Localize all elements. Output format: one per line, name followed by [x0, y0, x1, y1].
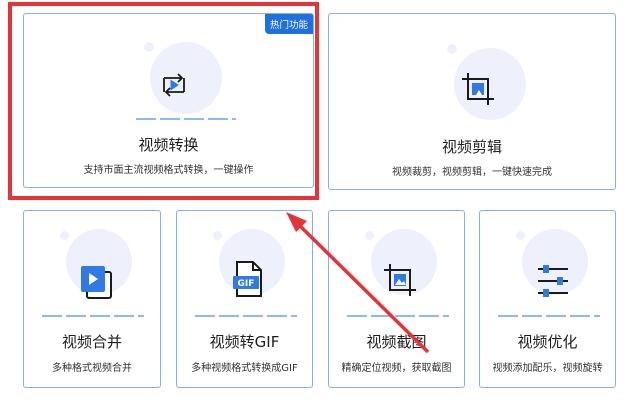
sliders-icon: [532, 263, 572, 303]
card-title: 视频合并: [61, 333, 122, 351]
video-convert-icon: [157, 68, 191, 106]
decor-dot: [516, 231, 525, 240]
card-video-screenshot[interactable]: 视频截图 精确定位视频，获取截图: [328, 210, 465, 388]
decor-dash-line: [498, 315, 600, 317]
decor-dot: [365, 231, 374, 240]
hot-feature-badge: 热门功能: [264, 14, 313, 34]
decor-dash-line: [347, 315, 449, 317]
decor-dot: [144, 42, 154, 52]
card-title: 视频转GIF: [209, 333, 280, 351]
card-video-edit[interactable]: 视频剪辑 视频裁剪，视频剪辑，一键快速完成: [328, 13, 616, 190]
crop-icon: [458, 69, 498, 113]
image-crop-icon: [381, 261, 419, 303]
decor-dot: [60, 231, 69, 240]
card-title: 视频优化: [517, 333, 578, 351]
video-merge-icon: [78, 263, 114, 305]
gif-label: GIF: [238, 279, 255, 289]
card-description: 精确定位视频，获取截图: [341, 363, 452, 374]
decor-dot: [213, 231, 222, 240]
decor-dash-line: [136, 118, 236, 120]
card-video-optimize[interactable]: 视频优化 视频添加配乐，视频旋转: [479, 210, 616, 388]
card-description: 多种格式视频合并: [52, 363, 132, 374]
card-title: 视频截图: [366, 333, 427, 351]
card-video-merge[interactable]: 视频合并 多种格式视频合并: [23, 210, 161, 388]
card-description: 视频添加配乐，视频旋转: [492, 363, 603, 374]
card-description: 支持市面主流视频格式转换，一键操作: [83, 165, 254, 176]
decor-dash-line: [195, 315, 297, 317]
card-title: 视频转换: [138, 136, 199, 154]
card-description: 视频裁剪，视频剪辑，一键快速完成: [392, 167, 552, 178]
card-video-convert[interactable]: 热门功能 视频转换 支持市面主流视频格式转换，一键操作: [23, 13, 314, 188]
card-video-to-gif[interactable]: GIF 视频转GIF 多种视频格式转换成GIF: [176, 210, 313, 388]
gif-file-icon: GIF: [231, 259, 265, 303]
card-description: 多种视频格式转换成GIF: [191, 363, 298, 374]
decor-dot: [447, 44, 457, 54]
card-title: 视频剪辑: [441, 138, 502, 156]
decor-dash-line: [42, 315, 144, 317]
